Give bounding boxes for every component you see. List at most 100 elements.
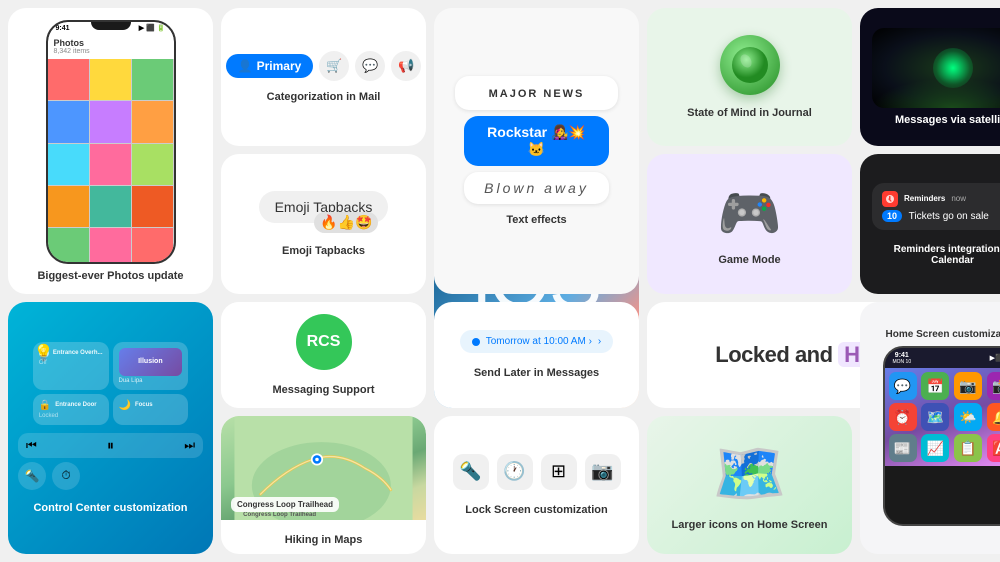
control-tools-row: 🔦 ⏱ — [18, 462, 203, 490]
photo-cell — [132, 101, 173, 142]
emoji-tapbacks-label: Emoji Tapbacks — [282, 245, 365, 257]
rcs-card: RCS Messaging Support — [221, 302, 426, 408]
flashlight-icon[interactable]: 🔦 — [18, 462, 46, 490]
photo-cell — [90, 228, 131, 261]
messages-app[interactable]: 💬 — [889, 372, 917, 400]
control-door-status: Locked — [39, 413, 103, 419]
control-item-door[interactable]: 🔒 Entrance Door Locked — [33, 394, 109, 425]
photo-cell — [132, 59, 173, 100]
album-art: Illusion — [119, 348, 183, 376]
reminder-notification-text: 10 Tickets go on sale — [882, 211, 1000, 222]
lock-icon-grid: ⊞ — [541, 454, 577, 490]
phone-screen: 9:41 ▶ ⬛ 🔋 Photos 8,342 items — [48, 22, 174, 262]
game-mode-card: 🎮 Game Mode — [647, 154, 852, 294]
reminder-date-badge: 10 — [882, 210, 902, 222]
lock-icon-camera: 📷 — [585, 454, 621, 490]
photos-card: 9:41 ▶ ⬛ 🔋 Photos 8,342 items — [8, 8, 213, 294]
reminder-app-icon — [882, 191, 898, 207]
photo-cell — [48, 59, 89, 100]
person-icon: 👤 — [238, 59, 253, 73]
lock-screen-card: 🔦 🕐 ⊞ 📷 Lock Screen customization — [434, 416, 639, 554]
mail-primary-label: Primary — [257, 59, 302, 73]
reminders-notification: Reminders now 10 Tickets go on sale — [872, 183, 1000, 230]
larger-icons-card: 🗺️ Larger icons on Home Screen — [647, 416, 852, 554]
reminders-label: Reminders integration in Calendar — [872, 244, 1000, 266]
stocks-app[interactable]: 📈 — [921, 434, 949, 462]
photo-cell — [90, 144, 131, 185]
appstore-app[interactable]: 🅰️ — [987, 434, 1000, 462]
control-playback-row[interactable]: ⏮ ⏸ ⏭ — [18, 433, 203, 458]
bulb-icon: 💡 — [39, 348, 49, 358]
map-display: Congress Loop Trailhead Congress Loop Tr… — [221, 416, 426, 520]
photo-cell — [48, 144, 89, 185]
home-date: MON 10 — [893, 359, 912, 365]
control-item-focus[interactable]: 🌙 Focus — [113, 394, 189, 425]
status-time: 9:41 — [56, 25, 70, 32]
weather-app[interactable]: 🌤️ — [954, 403, 982, 431]
mail-tab-promotions[interactable]: 📢 — [391, 51, 421, 81]
mail-tab-shopping[interactable]: 🛒 — [319, 51, 349, 81]
send-later-time: Tomorrow at 10:00 AM › — [486, 336, 592, 347]
clock-app[interactable]: ⏰ — [889, 403, 917, 431]
journal-orb — [720, 35, 780, 95]
rcs-label: Messaging Support — [272, 384, 374, 396]
control-center-card: 💡 Entrance Overh... Off Illusion Dua Lip… — [8, 302, 213, 554]
reminders-card: Reminders now 10 Tickets go on sale Remi… — [860, 154, 1000, 294]
play-pause-icon: ⏸ — [107, 437, 114, 454]
reminder-header: Reminders now — [882, 191, 1000, 207]
emoji-bubble: Emoji Tapbacks 🔥👍🤩 — [259, 191, 389, 223]
moon-icon: 🌙 — [119, 400, 131, 411]
photos-title: Photos — [54, 38, 168, 48]
satellite-label: Messages via satellite — [895, 114, 1000, 126]
control-items-grid: 💡 Entrance Overh... Off Illusion Dua Lip… — [33, 342, 188, 425]
home-phone-mockup: 9:41 MON 10 ▶⬛🔋 💬 📅 📷 📸 ⏰ 🗺️ 🌤️ 🔔 📰 📈 — [883, 346, 1000, 526]
emoji-reactions: 🔥👍🤩 — [314, 212, 378, 233]
photos-app[interactable]: 📷 — [954, 372, 982, 400]
gamepad-icon: 🎮 — [717, 183, 782, 244]
text-effects-card: MAJOR news Rockstar 👩‍🎤💥🐱 Blown away Tex… — [434, 8, 639, 294]
maps-app[interactable]: 🗺️ — [921, 403, 949, 431]
photos-phone-mockup: 9:41 ▶ ⬛ 🔋 Photos 8,342 items — [46, 20, 176, 264]
photos-count: 8,342 items — [54, 48, 168, 55]
blown-away-bubble: Blown away — [464, 172, 609, 204]
timer-icon[interactable]: ⏱ — [52, 462, 80, 490]
rockstar-bubble: Rockstar 👩‍🎤💥🐱 — [464, 116, 609, 166]
home-screen-card-label: Home Screen customization — [886, 329, 1000, 340]
news-app[interactable]: 📰 — [889, 434, 917, 462]
mail-tab-messages[interactable]: 💬 — [355, 51, 385, 81]
lock-icons-row: 🔦 🕐 ⊞ 📷 — [453, 454, 621, 490]
rcs-badge: RCS — [296, 314, 352, 370]
send-later-indicator — [472, 338, 480, 346]
control-door-text: Entrance Door — [55, 402, 96, 408]
text-effects-label: Text effects — [506, 214, 566, 226]
photos-grid — [48, 59, 174, 262]
phone-notch — [91, 22, 131, 30]
maps-icon: 🗺️ — [712, 438, 787, 509]
chevron-right-icon: › — [598, 336, 601, 347]
photo-cell — [48, 228, 89, 261]
home-screen-background: 💬 📅 📷 📸 ⏰ 🗺️ 🌤️ 🔔 📰 📈 📋 🅰️ — [885, 368, 1000, 466]
mail-primary-tab[interactable]: 👤 Primary — [226, 54, 314, 78]
prev-icon: ⏮ — [26, 438, 37, 453]
control-item-entrance[interactable]: 💡 Entrance Overh... Off — [33, 342, 109, 390]
reminders-app[interactable]: 🔔 — [987, 403, 1000, 431]
locked-text-part1: Locked — [715, 342, 789, 367]
control-item-illusion[interactable]: Illusion Dua Lipa — [113, 342, 189, 390]
calendar-app[interactable]: 📅 — [921, 372, 949, 400]
map-label: Congress Loop Trailhead — [231, 497, 339, 512]
next-icon: ⏭ — [184, 438, 195, 453]
photo-cell — [132, 144, 173, 185]
camera-app[interactable]: 📸 — [987, 372, 1000, 400]
lock-icon-clock: 🕐 — [497, 454, 533, 490]
news2-app[interactable]: 📋 — [954, 434, 982, 462]
lock-icon-flashlight: 🔦 — [453, 454, 489, 490]
major-news-bubble: MAJOR news — [455, 76, 618, 110]
emoji-tapbacks-card: Emoji Tapbacks 🔥👍🤩 Emoji Tapbacks — [221, 154, 426, 294]
main-grid: 9:41 ▶ ⬛ 🔋 Photos 8,342 items — [0, 0, 1000, 562]
photo-cell — [132, 228, 173, 261]
photo-cell — [132, 186, 173, 227]
mail-label: Categorization in Mail — [267, 91, 381, 103]
home-status-icons: ▶⬛🔋 — [990, 354, 1000, 362]
send-later-pill[interactable]: Tomorrow at 10:00 AM › › — [460, 330, 614, 353]
photo-cell — [90, 186, 131, 227]
